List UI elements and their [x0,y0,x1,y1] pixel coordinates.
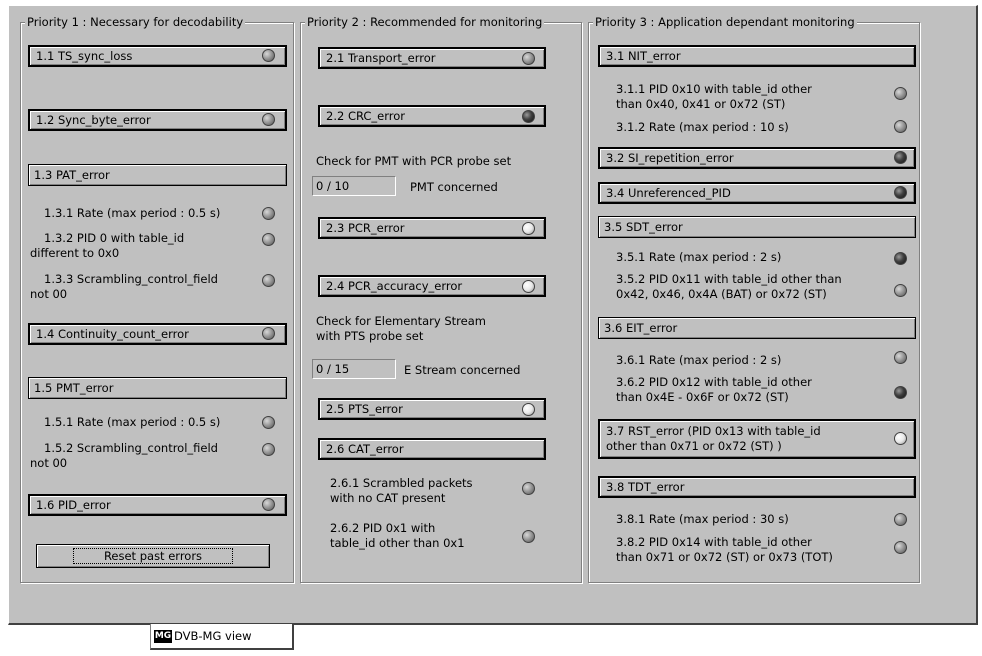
rst-error-led [894,432,907,445]
cat-scrambled-led [522,482,535,495]
pat-scrambling-label-2: not 00 [30,287,68,301]
nit-rate-led [894,120,907,133]
pcr-accuracy-error-led [522,280,535,293]
sdt-pid-led [894,284,907,297]
eit-rate-led [894,351,907,364]
pcr-error-led [522,222,535,235]
eit-pid-led [894,386,907,399]
cat-pid-label: 2.6.2 PID 0x1 with [330,521,436,535]
crc-error-led [522,110,535,123]
sync-byte-error-led [262,113,275,126]
reset-past-errors-button[interactable]: Reset past errors [36,544,270,568]
tdt-pid-led [894,541,907,554]
cat-pid-label-2: table_id other than 0x1 [330,536,465,550]
si-repetition-error-indicator: 3.2 SI_repetition_error [598,147,916,169]
pmt-error-indicator: 1.5 PMT_error [28,377,287,399]
cat-scrambled-label-2: with no CAT present [330,491,446,505]
nit-pid-led [894,87,907,100]
eit-rate-label: 3.6.1 Rate (max period : 2 s) [616,353,782,367]
pmt-concerned-label: PMT concerned [410,180,498,194]
tdt-pid-label: 3.8.2 PID 0x14 with table_id other [616,535,812,549]
nit-pid-label-2: than 0x40, 0x41 or 0x72 (ST) [616,97,786,111]
tdt-pid-label-2: than 0x71 or 0x72 (ST) or 0x73 (TOT) [616,550,833,564]
priority-3-title: Priority 3 : Application dependant monit… [593,15,857,29]
pts-error-indicator: 2.5 PTS_error [318,398,546,420]
pat-rate-label: 1.3.1 Rate (max period : 0.5 s) [44,206,221,220]
tab-label: DVB-MG view [174,629,252,643]
es-check-label: Check for Elementary Stream [316,314,486,328]
pmt-scrambling-label: 1.5.2 Scrambling_control_field [44,441,218,455]
rst-error-indicator: 3.7 RST_error (PID 0x13 with table_id ot… [598,419,916,459]
sdt-rate-led [894,252,907,265]
nit-rate-label: 3.1.2 Rate (max period : 10 s) [616,120,789,134]
transport-error-led [522,52,535,65]
continuity-count-error-indicator: 1.4 Continuity_count_error [28,323,287,345]
tab-dvb-mg-view[interactable]: MG DVB-MG view [150,624,294,650]
es-concerned-label: E Stream concerned [404,363,521,377]
ts-sync-loss-led [262,49,275,62]
pcr-error-indicator: 2.3 PCR_error [318,217,546,239]
continuity-count-error-led [262,327,275,340]
eit-pid-label: 3.6.2 PID 0x12 with table_id other [616,375,812,389]
unreferenced-pid-indicator: 3.4 Unreferenced_PID [598,182,916,204]
pat-scrambling-label: 1.3.3 Scrambling_control_field [44,272,218,286]
pcr-accuracy-error-indicator: 2.4 PCR_accuracy_error [318,275,546,297]
sdt-error-indicator: 3.5 SDT_error [598,216,916,238]
priority-2-title: Priority 2 : Recommended for monitoring [305,15,545,29]
cat-pid-led [522,530,535,543]
sdt-pid-label-2: 0x42, 0x46, 0x4A (BAT) or 0x72 (ST) [616,287,827,301]
pmt-rate-label: 1.5.1 Rate (max period : 0.5 s) [44,415,221,429]
sdt-rate-label: 3.5.1 Rate (max period : 2 s) [616,250,782,264]
pat-pid-label: 1.3.2 PID 0 with table_id [44,231,185,245]
crc-error-indicator: 2.2 CRC_error [318,105,546,127]
pat-pid-label-2: different to 0x0 [30,246,120,260]
sdt-pid-label: 3.5.2 PID 0x11 with table_id other than [616,272,842,286]
unreferenced-pid-led [894,186,907,199]
cat-error-indicator: 2.6 CAT_error [318,438,546,460]
pat-rate-led [262,207,275,220]
pat-error-indicator: 1.3 PAT_error [28,164,287,186]
pmt-scrambling-label-2: not 00 [30,456,68,470]
pat-pid-led [262,233,275,246]
si-repetition-error-led [894,151,907,164]
pmt-check-label: Check for PMT with PCR probe set [316,154,512,168]
pid-error-led [262,498,275,511]
tdt-rate-led [894,513,907,526]
pmt-rate-led [262,416,275,429]
priority-1-title: Priority 1 : Necessary for decodability [25,15,246,29]
es-count-field: 0 / 15 [312,359,396,379]
transport-error-indicator: 2.1 Transport_error [318,47,546,69]
pmt-scrambling-led [262,443,275,456]
tdt-error-indicator: 3.8 TDT_error [598,476,916,498]
sync-byte-error-indicator: 1.2 Sync_byte_error [28,109,287,131]
eit-error-indicator: 3.6 EIT_error [598,317,916,339]
ts-sync-loss-indicator: 1.1 TS_sync_loss [28,45,287,67]
cat-scrambled-label: 2.6.1 Scrambled packets [330,476,473,490]
pts-error-led [522,403,535,416]
pmt-count-field: 0 / 10 [312,176,396,196]
es-check-label-2: with PTS probe set [316,329,424,343]
nit-error-indicator: 3.1 NIT_error [598,45,916,67]
nit-pid-label: 3.1.1 PID 0x10 with table_id other [616,82,812,96]
pat-scrambling-led [262,274,275,287]
pid-error-indicator: 1.6 PID_error [28,494,287,516]
tdt-rate-label: 3.8.1 Rate (max period : 30 s) [616,512,789,526]
dvb-mg-logo-icon: MG [154,630,172,643]
eit-pid-label-2: than 0x4E - 0x6F or 0x72 (ST) [616,390,789,404]
